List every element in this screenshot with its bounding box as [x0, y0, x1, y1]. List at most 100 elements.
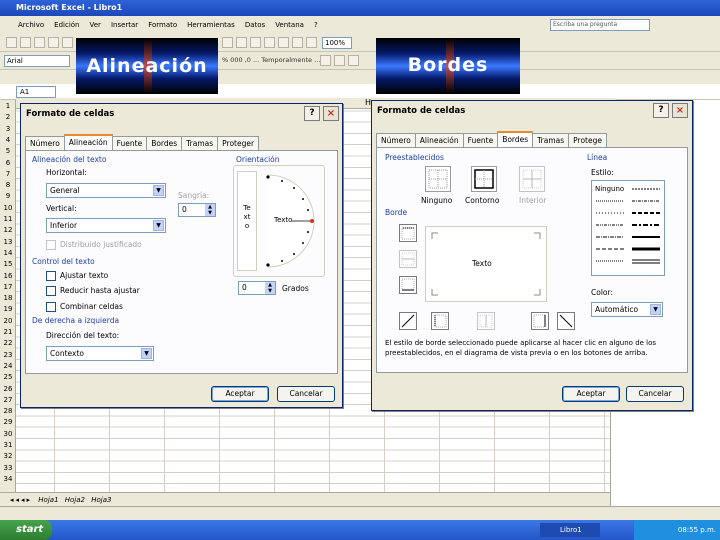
row-number[interactable]: 10	[0, 204, 16, 212]
sheet-nav-arrows[interactable]: ◂◂◂▸	[10, 496, 32, 504]
row-number[interactable]: 31	[0, 441, 16, 449]
distributed-justify-checkbox[interactable]	[46, 240, 56, 250]
paste-icon[interactable]	[236, 37, 247, 48]
menu-help[interactable]: ?	[314, 16, 318, 34]
row-number[interactable]: 8	[0, 181, 16, 189]
row-number[interactable]: 2	[0, 113, 16, 121]
spin-down-icon[interactable]: ▼	[205, 210, 215, 216]
row-number[interactable]: 17	[0, 283, 16, 291]
row-number[interactable]: 33	[0, 464, 16, 472]
start-button[interactable]: start	[0, 520, 52, 540]
row-number[interactable]: 18	[0, 294, 16, 302]
row-number[interactable]: 30	[0, 430, 16, 438]
tab-proteger[interactable]: Protege	[568, 133, 607, 147]
help-button[interactable]: ?	[653, 103, 669, 118]
row-number[interactable]: 12	[0, 226, 16, 234]
row-number[interactable]: 19	[0, 305, 16, 313]
row-number[interactable]: 1	[0, 102, 16, 110]
sort-desc-icon[interactable]	[278, 37, 289, 48]
drawing-icon[interactable]	[306, 37, 317, 48]
cancel-button[interactable]: Cancelar	[626, 386, 684, 402]
row-number[interactable]: 3	[0, 125, 16, 133]
borders-icon[interactable]	[320, 55, 331, 66]
degrees-spinner[interactable]: 0 ▲ ▼	[238, 281, 276, 295]
border-diagonal-down-button[interactable]	[557, 312, 575, 330]
row-number[interactable]: 9	[0, 192, 16, 200]
preset-inside-button[interactable]	[519, 166, 545, 192]
new-icon[interactable]	[6, 37, 17, 48]
row-number[interactable]: 14	[0, 249, 16, 257]
preset-none-button[interactable]	[425, 166, 451, 192]
copy-icon[interactable]	[222, 37, 233, 48]
menu-edicion[interactable]: Edición	[54, 16, 79, 34]
menu-formato[interactable]: Formato	[148, 16, 177, 34]
text-direction-select[interactable]: Contexto ▼	[46, 346, 154, 361]
row-number[interactable]: 32	[0, 452, 16, 460]
row-number[interactable]: 34	[0, 475, 16, 483]
tab-fuente[interactable]: Fuente	[462, 133, 499, 147]
ask-question-field[interactable]: Escriba una pregunta	[550, 19, 650, 31]
sheet-tab-hoja1[interactable]: Hoja1	[38, 496, 58, 504]
row-number[interactable]: 24	[0, 362, 16, 370]
wrap-text-checkbox[interactable]	[46, 271, 56, 281]
tab-alineacion[interactable]: Alineación	[414, 133, 464, 147]
shrink-to-fit-checkbox[interactable]	[46, 286, 56, 296]
close-button[interactable]: ×	[672, 103, 688, 118]
row-number[interactable]: 15	[0, 260, 16, 268]
name-box[interactable]: A1	[16, 86, 56, 98]
border-diagonal-up-button[interactable]	[399, 312, 417, 330]
row-number[interactable]: 13	[0, 238, 16, 246]
preset-outline-button[interactable]	[471, 166, 497, 192]
sheet-tab-hoja2[interactable]: Hoja2	[65, 496, 85, 504]
font-color-icon[interactable]	[348, 55, 359, 66]
row-number[interactable]: 20	[0, 317, 16, 325]
border-preview[interactable]: Texto	[425, 226, 547, 302]
merge-cells-checkbox[interactable]	[46, 302, 56, 312]
menu-archivo[interactable]: Archivo	[18, 16, 44, 34]
taskbar-excel-item[interactable]: Libro1	[540, 523, 600, 537]
tab-numero[interactable]: Número	[376, 133, 416, 147]
font-name-box[interactable]: Arial	[4, 55, 70, 67]
chart-icon[interactable]	[292, 37, 303, 48]
dial-current-angle[interactable]	[310, 219, 314, 223]
horizontal-select[interactable]: General ▼	[46, 183, 166, 198]
row-number[interactable]: 4	[0, 136, 16, 144]
border-inside-vertical-button[interactable]	[477, 312, 495, 330]
cancel-button[interactable]: Cancelar	[277, 386, 335, 402]
row-number[interactable]: 5	[0, 147, 16, 155]
row-number[interactable]: 27	[0, 396, 16, 404]
border-top-button[interactable]	[399, 224, 417, 242]
tab-proteger[interactable]: Proteger	[217, 136, 260, 150]
sum-icon[interactable]	[250, 37, 261, 48]
menu-insertar[interactable]: Insertar	[111, 16, 138, 34]
ok-button[interactable]: Aceptar	[211, 386, 269, 402]
row-number[interactable]: 11	[0, 215, 16, 223]
spin-down-icon[interactable]: ▼	[265, 288, 275, 294]
tab-bordes[interactable]: Bordes	[146, 136, 183, 150]
print-icon[interactable]	[48, 37, 59, 48]
border-left-button[interactable]	[431, 312, 449, 330]
border-right-button[interactable]	[531, 312, 549, 330]
row-number[interactable]: 6	[0, 159, 16, 167]
row-number[interactable]: 7	[0, 170, 16, 178]
menu-ver[interactable]: Ver	[90, 16, 101, 34]
tab-fuente[interactable]: Fuente	[111, 136, 148, 150]
preview-icon[interactable]	[62, 37, 73, 48]
row-number[interactable]: 28	[0, 407, 16, 415]
border-inside-horizontal-button[interactable]	[399, 250, 417, 268]
row-number[interactable]: 16	[0, 272, 16, 280]
tab-numero[interactable]: Número	[25, 136, 65, 150]
row-number[interactable]: 21	[0, 328, 16, 336]
menu-ventana[interactable]: Ventana	[275, 16, 304, 34]
row-number[interactable]: 23	[0, 351, 16, 359]
menu-datos[interactable]: Datos	[245, 16, 265, 34]
vertical-select[interactable]: Inferior ▼	[46, 218, 166, 233]
row-number[interactable]: 29	[0, 418, 16, 426]
zoom-box[interactable]: 100%	[322, 37, 352, 49]
vertical-text-box[interactable]: Texto	[237, 171, 257, 271]
ok-button[interactable]: Aceptar	[562, 386, 620, 402]
line-color-select[interactable]: Automático ▼	[591, 302, 663, 317]
fill-color-icon[interactable]	[334, 55, 345, 66]
menu-herramientas[interactable]: Herramientas	[187, 16, 235, 34]
row-number[interactable]: 25	[0, 373, 16, 381]
